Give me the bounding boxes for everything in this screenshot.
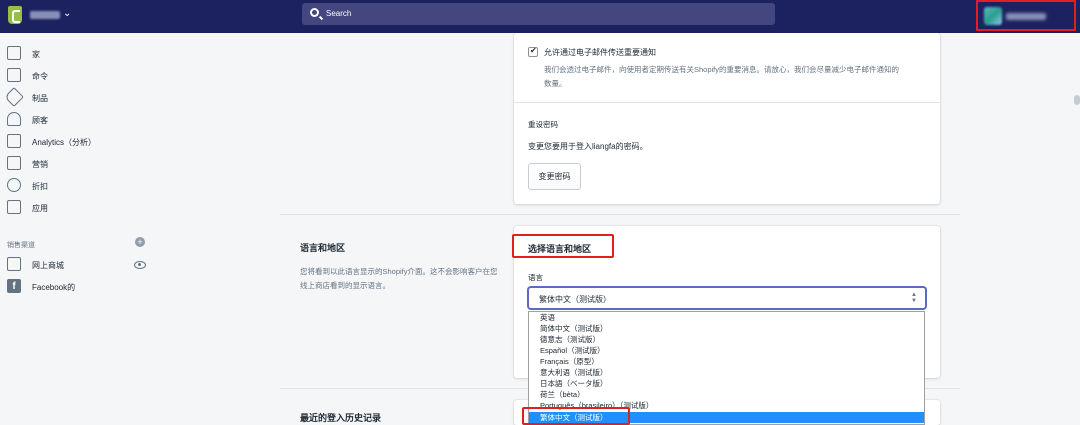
select-arrows-icon: ▲ ▼ (911, 292, 917, 304)
account-settings-card: 允许通过电子邮件传送重要通知 我们会透过电子邮件，向使用者定期传送有关Shopi… (514, 33, 940, 204)
sidebar-item-label: 命令 (32, 72, 48, 81)
change-password-button[interactable]: 变更密码 (528, 163, 581, 190)
notifications-help-line2: 数量。 (544, 79, 567, 88)
sidebar-item-marketing[interactable]: 营销 (0, 154, 160, 174)
notifications-checkbox-label: 允许通过电子邮件传送重要通知 (544, 48, 656, 57)
home-icon (7, 46, 21, 60)
language-section-title: 语言和地区 (300, 243, 346, 253)
language-option[interactable]: 英语 (529, 312, 924, 323)
search-icon (310, 8, 319, 17)
language-section-description: 您将看到以此语言显示的Shopify介面。这不会影响客户在您线上商店看到的显示语… (300, 267, 498, 290)
orders-icon (7, 68, 21, 82)
megaphone-icon (7, 156, 21, 170)
bar-chart-icon (7, 134, 21, 148)
language-card-title: 选择语言和地区 (528, 244, 592, 254)
sidebar-item-customers[interactable]: 顾客 (0, 110, 160, 130)
sidebar-item-label: 制品 (32, 94, 48, 103)
language-option[interactable]: 意大利语（测试版） (529, 367, 924, 378)
sidebar-item-label: 营销 (32, 160, 48, 169)
password-description: 变更您要用于登入liangfa的密码。 (528, 142, 648, 151)
password-title: 重设密码 (528, 120, 558, 129)
divider (514, 102, 940, 103)
sidebar-item-label: 家 (32, 50, 40, 59)
sidebar-item-products[interactable]: 制品 (0, 87, 160, 108)
account-name (1006, 13, 1046, 20)
account-menu[interactable] (976, 0, 1076, 31)
highlight-box (522, 407, 630, 425)
login-history-title: 最近的登入历史记录 (300, 413, 382, 423)
chevron-down-icon[interactable]: ⌄ (63, 8, 71, 19)
shopify-bag-icon[interactable] (8, 6, 22, 24)
tag-icon (4, 87, 24, 107)
search-input[interactable]: Search (302, 3, 775, 25)
language-option[interactable]: 荷兰（bèta） (529, 389, 924, 400)
discount-icon (7, 178, 21, 192)
notifications-checkbox[interactable] (528, 46, 538, 57)
search-placeholder: Search (326, 9, 352, 18)
sidebar-item-home[interactable]: 家 (0, 44, 160, 64)
person-icon (7, 112, 21, 126)
add-channel-icon[interactable]: + (135, 237, 145, 247)
store-name[interactable] (30, 11, 60, 19)
facebook-icon: f (7, 279, 21, 293)
section-divider (280, 214, 960, 215)
sidebar-item-label: Facebook的 (32, 283, 76, 292)
notifications-help: 我们会透过电子邮件，向使用者定期传送有关Shopify的重要消息。请放心，我们会… (544, 63, 924, 91)
language-field-label: 语言 (528, 273, 543, 282)
sidebar: 家 命令 制品 顾客 Analytics（分析） 营销 折扣 应用 销售渠道 +… (0, 33, 163, 425)
apps-icon (7, 200, 21, 214)
language-select-value: 繁体中文（测试版） (539, 295, 611, 304)
sidebar-item-label: 折扣 (32, 182, 48, 191)
sidebar-item-facebook[interactable]: Facebook的 (0, 277, 160, 297)
sidebar-item-label: Analytics（分析） (32, 138, 97, 147)
sidebar-item-label: 顾客 (32, 116, 48, 125)
language-option[interactable]: Français（原型） (529, 356, 924, 367)
language-option[interactable]: 日本語（ベータ版） (529, 378, 924, 389)
eye-icon[interactable] (134, 261, 146, 269)
sidebar-item-orders[interactable]: 命令 (0, 66, 160, 86)
language-option[interactable]: 简体中文（测试版） (529, 323, 924, 334)
sidebar-item-apps[interactable]: 应用 (0, 198, 160, 218)
store-icon (7, 257, 21, 271)
language-select[interactable]: 繁体中文（测试版） ▲ ▼ (528, 287, 926, 309)
scrollbar-thumb[interactable] (1074, 95, 1080, 105)
sidebar-item-label: 应用 (32, 204, 48, 213)
sidebar-item-label: 网上商城 (32, 261, 64, 270)
language-option[interactable]: Español（测试版） (529, 345, 924, 356)
top-bar: ⌄ Search (0, 0, 1080, 33)
sales-channels-title: 销售渠道 (7, 242, 35, 249)
language-option[interactable]: 德意志（测试版） (529, 334, 924, 345)
notifications-help-line1: 我们会透过电子邮件，向使用者定期传送有关Shopify的重要消息。请放心，我们会… (544, 65, 900, 74)
avatar (984, 7, 1002, 25)
sidebar-item-analytics[interactable]: Analytics（分析） (0, 132, 160, 152)
sidebar-item-discounts[interactable]: 折扣 (0, 176, 160, 196)
